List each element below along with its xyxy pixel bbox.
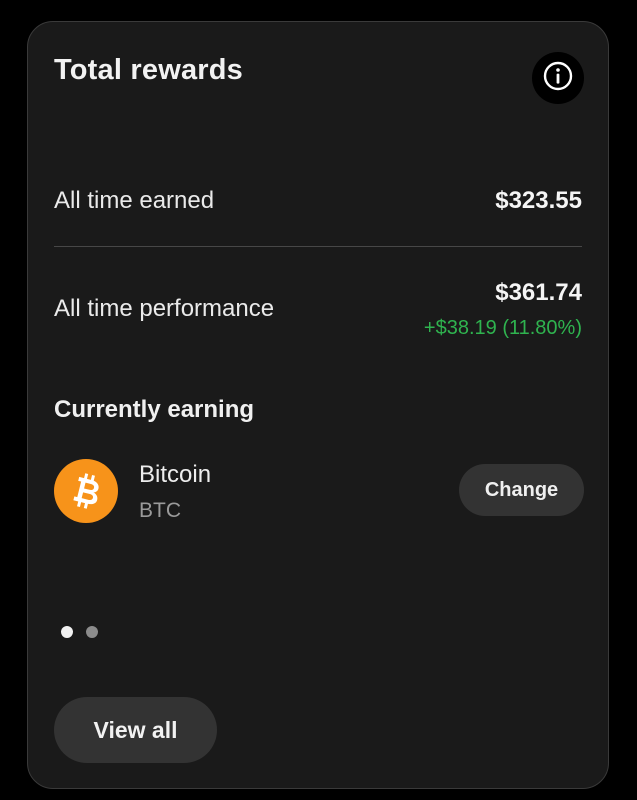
- pager-dot-active[interactable]: [61, 626, 73, 638]
- divider: [54, 246, 582, 247]
- performance-change: +$38.19 (11.80%): [423, 317, 582, 339]
- total-rewards-card: Total rewards All time earned $323.55 Al…: [27, 21, 609, 789]
- pager-dot-inactive[interactable]: [86, 626, 98, 638]
- change-button[interactable]: Change: [459, 464, 584, 516]
- asset-symbol: BTC: [139, 499, 181, 522]
- all-time-earned-value: $323.55: [495, 187, 582, 214]
- all-time-performance-value: $361.74: [495, 279, 582, 306]
- info-circle-icon: [542, 60, 574, 97]
- currently-earning-title: Currently earning: [54, 396, 255, 423]
- asset-name: Bitcoin: [139, 461, 212, 488]
- all-time-performance-label: All time performance: [54, 295, 275, 322]
- card-title: Total rewards: [54, 54, 244, 86]
- all-time-earned-label: All time earned: [54, 187, 215, 214]
- view-all-button[interactable]: View all: [54, 697, 217, 763]
- bitcoin-icon: [54, 459, 118, 523]
- info-button[interactable]: [532, 52, 584, 104]
